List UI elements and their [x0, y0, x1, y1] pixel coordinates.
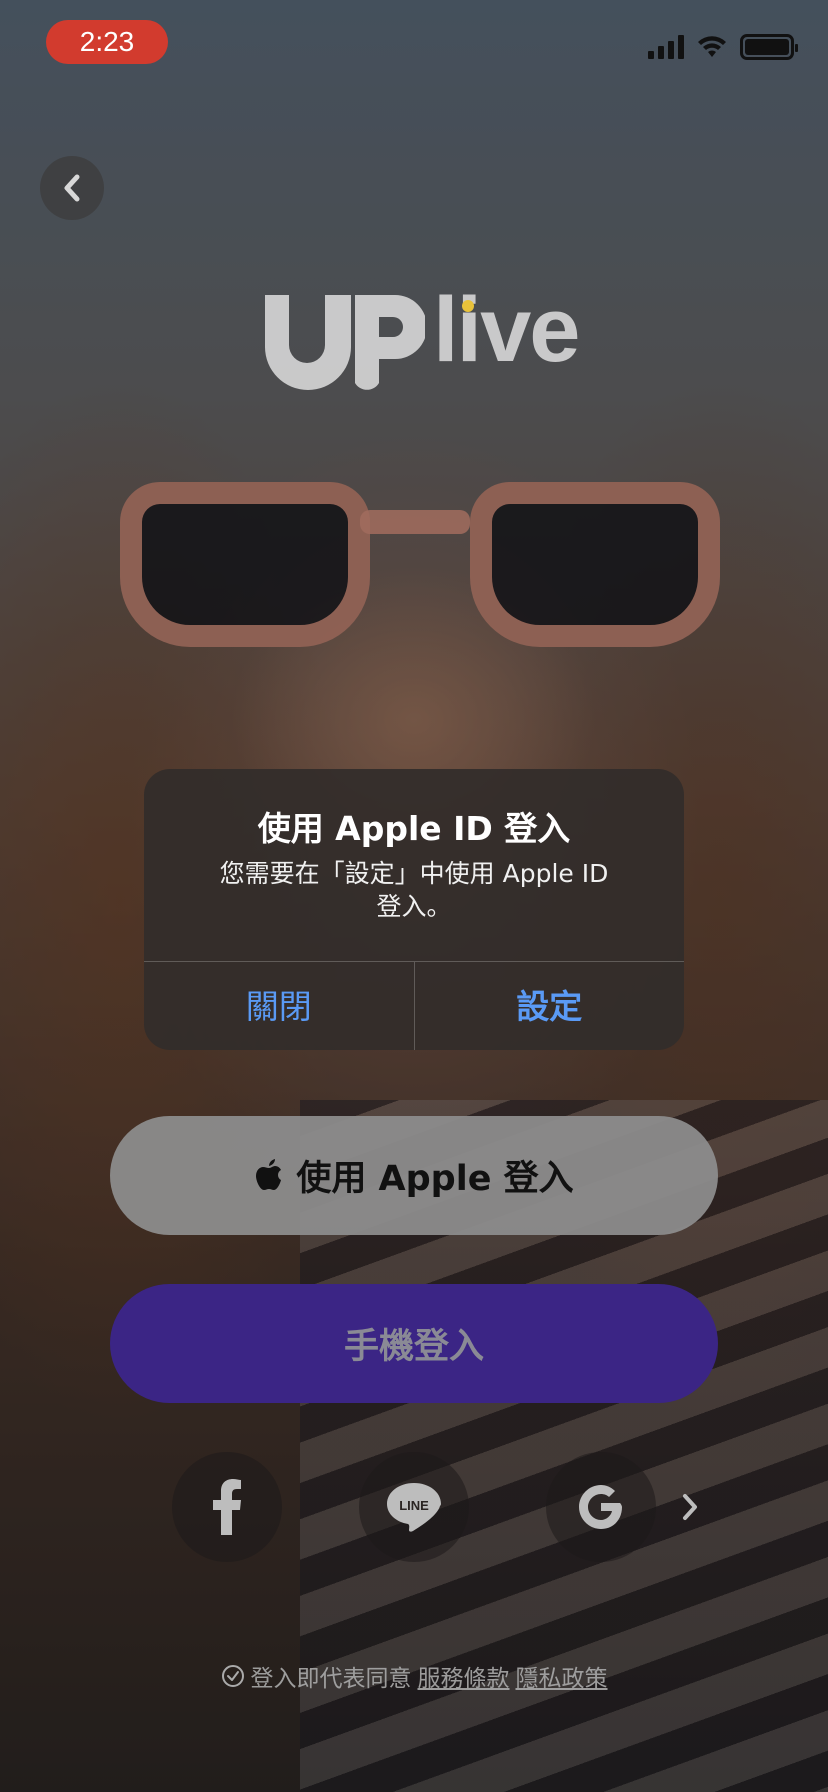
logo-dot: [462, 300, 474, 312]
chevron-right-icon: [683, 1494, 697, 1520]
cellular-signal-icon: [648, 35, 684, 59]
google-login-button[interactable]: [546, 1452, 656, 1562]
alert-close-button[interactable]: 關閉: [144, 962, 414, 1050]
wifi-icon: [698, 36, 726, 57]
back-button[interactable]: [40, 156, 104, 220]
apple-icon: [256, 1158, 282, 1190]
status-bar: 2:23: [0, 0, 828, 90]
alert-title: 使用 Apple ID 登入: [257, 809, 571, 848]
line-login-button[interactable]: LINE: [359, 1452, 469, 1562]
uplive-logo: live: [255, 275, 580, 395]
status-time[interactable]: 2:23: [46, 20, 168, 64]
checkmark-circle-icon[interactable]: [221, 1664, 245, 1688]
chevron-left-icon: [64, 174, 80, 202]
battery-icon: [740, 34, 798, 60]
line-icon: LINE: [387, 1483, 441, 1532]
phone-signin-label: 手機登入: [343, 1327, 484, 1367]
svg-text:LINE: LINE: [399, 1498, 429, 1513]
facebook-icon: [213, 1479, 241, 1535]
privacy-policy-link[interactable]: 隱私政策: [516, 1659, 608, 1693]
apple-signin-button[interactable]: 使用 Apple 登入: [110, 1116, 718, 1235]
terms-prefix: 登入即代表同意: [250, 1666, 412, 1692]
logo-live-text: live: [433, 279, 580, 381]
terms-of-service-link[interactable]: 服務條款: [418, 1659, 510, 1693]
terms-footer: 登入即代表同意 服務條款 隱私政策: [0, 1660, 828, 1692]
social-more-button[interactable]: [676, 1486, 704, 1528]
phone-signin-button[interactable]: 手機登入: [110, 1284, 718, 1403]
alert-settings-button[interactable]: 設定: [413, 962, 685, 1050]
facebook-login-button[interactable]: [172, 1452, 282, 1562]
apple-signin-label: 使用 Apple 登入: [296, 1159, 574, 1199]
up-logo-mark: [265, 295, 425, 390]
google-icon: [579, 1485, 622, 1529]
status-icons: [648, 34, 798, 60]
alert-buttons: 關閉 設定: [144, 961, 684, 1050]
apple-id-alert: 使用 Apple ID 登入 您需要在「設定」中使用 Apple ID 登入。 …: [144, 769, 684, 1050]
alert-message: 您需要在「設定」中使用 Apple ID 登入。: [219, 859, 609, 921]
